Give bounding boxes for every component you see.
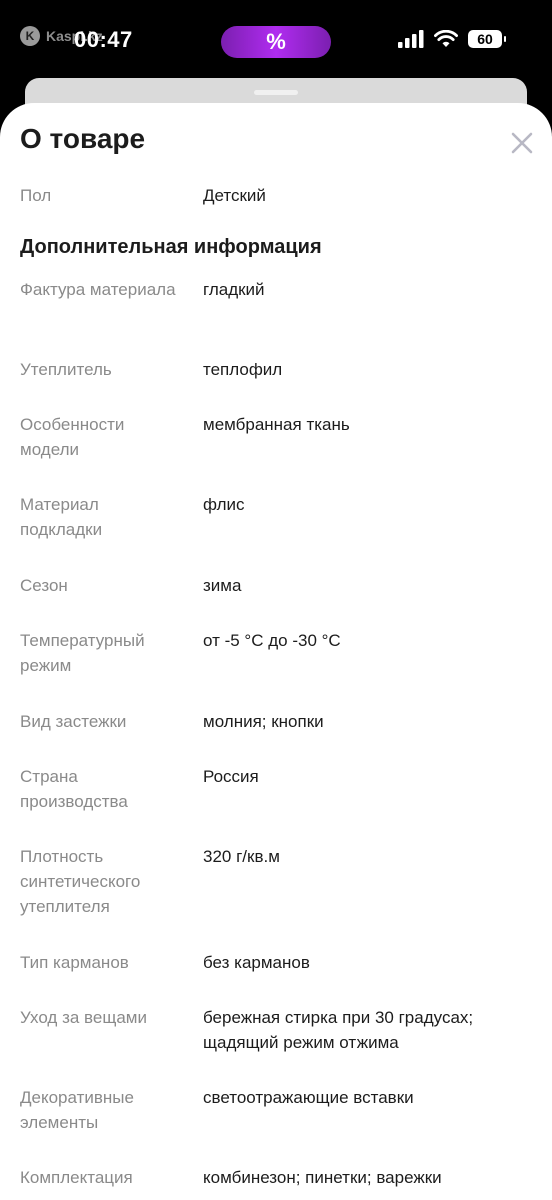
- spec-value: светоотражающие вставки: [203, 1088, 414, 1107]
- percent-icon: %: [266, 29, 286, 54]
- spec-label: Сезон: [20, 576, 68, 595]
- spec-value: Россия: [203, 767, 259, 786]
- spec-label: Фактура материала: [20, 280, 176, 299]
- status-icons: 60: [398, 30, 506, 48]
- spec-value: комбинезон; пинетки; варежки: [203, 1168, 442, 1187]
- spec-value: без карманов: [203, 953, 310, 972]
- status-bar: K Kaspi.kz 00:47 % 60: [0, 0, 552, 80]
- spec-value: флис: [203, 495, 245, 514]
- battery-icon: 60: [468, 30, 506, 48]
- spec-label: Уход за вещами: [20, 1008, 147, 1027]
- spec-label: Тип карманов: [20, 953, 129, 972]
- spec-value: Детский: [203, 186, 266, 205]
- spec-value: гладкий: [203, 280, 265, 299]
- spec-label: Утеплитель: [20, 360, 112, 379]
- spec-label: Страна производства: [20, 767, 128, 811]
- battery-level: 60: [477, 31, 493, 47]
- spec-value: теплофил: [203, 360, 283, 379]
- sheet-handle[interactable]: [254, 90, 298, 95]
- spec-value: бережная стирка при 30 градусах; щадящий…: [203, 1008, 474, 1052]
- product-info-sheet: О товаре Пол Детский Дополнительная инфо…: [0, 103, 552, 1200]
- spec-label: Температурный режим: [20, 631, 145, 675]
- spec-label: Пол: [20, 186, 52, 205]
- section-heading: Дополнительная информация: [20, 236, 322, 258]
- carrier-logo-icon: K: [20, 26, 40, 46]
- sheet-title: О товаре: [20, 123, 146, 154]
- spec-value: молния; кнопки: [203, 712, 324, 731]
- spec-label: Комплектация: [20, 1168, 133, 1187]
- signal-icon: [398, 30, 424, 48]
- wifi-icon: [434, 30, 458, 47]
- spec-value: от -5 °C до -30 °C: [203, 631, 341, 650]
- spec-value: 320 г/кв.м: [203, 847, 280, 866]
- spec-label: Декоративные элементы: [20, 1088, 134, 1132]
- status-time: 00:47: [74, 27, 133, 52]
- spec-label: Особенности модели: [20, 415, 125, 459]
- spec-value: мембранная ткань: [203, 415, 350, 434]
- close-icon[interactable]: [506, 127, 538, 159]
- dynamic-island[interactable]: %: [221, 26, 331, 58]
- spec-label: Плотность синтетического утеплителя: [20, 847, 141, 916]
- spec-label: Вид застежки: [20, 712, 127, 731]
- spec-value: зима: [203, 576, 242, 595]
- spec-label: Материал подкладки: [20, 495, 103, 539]
